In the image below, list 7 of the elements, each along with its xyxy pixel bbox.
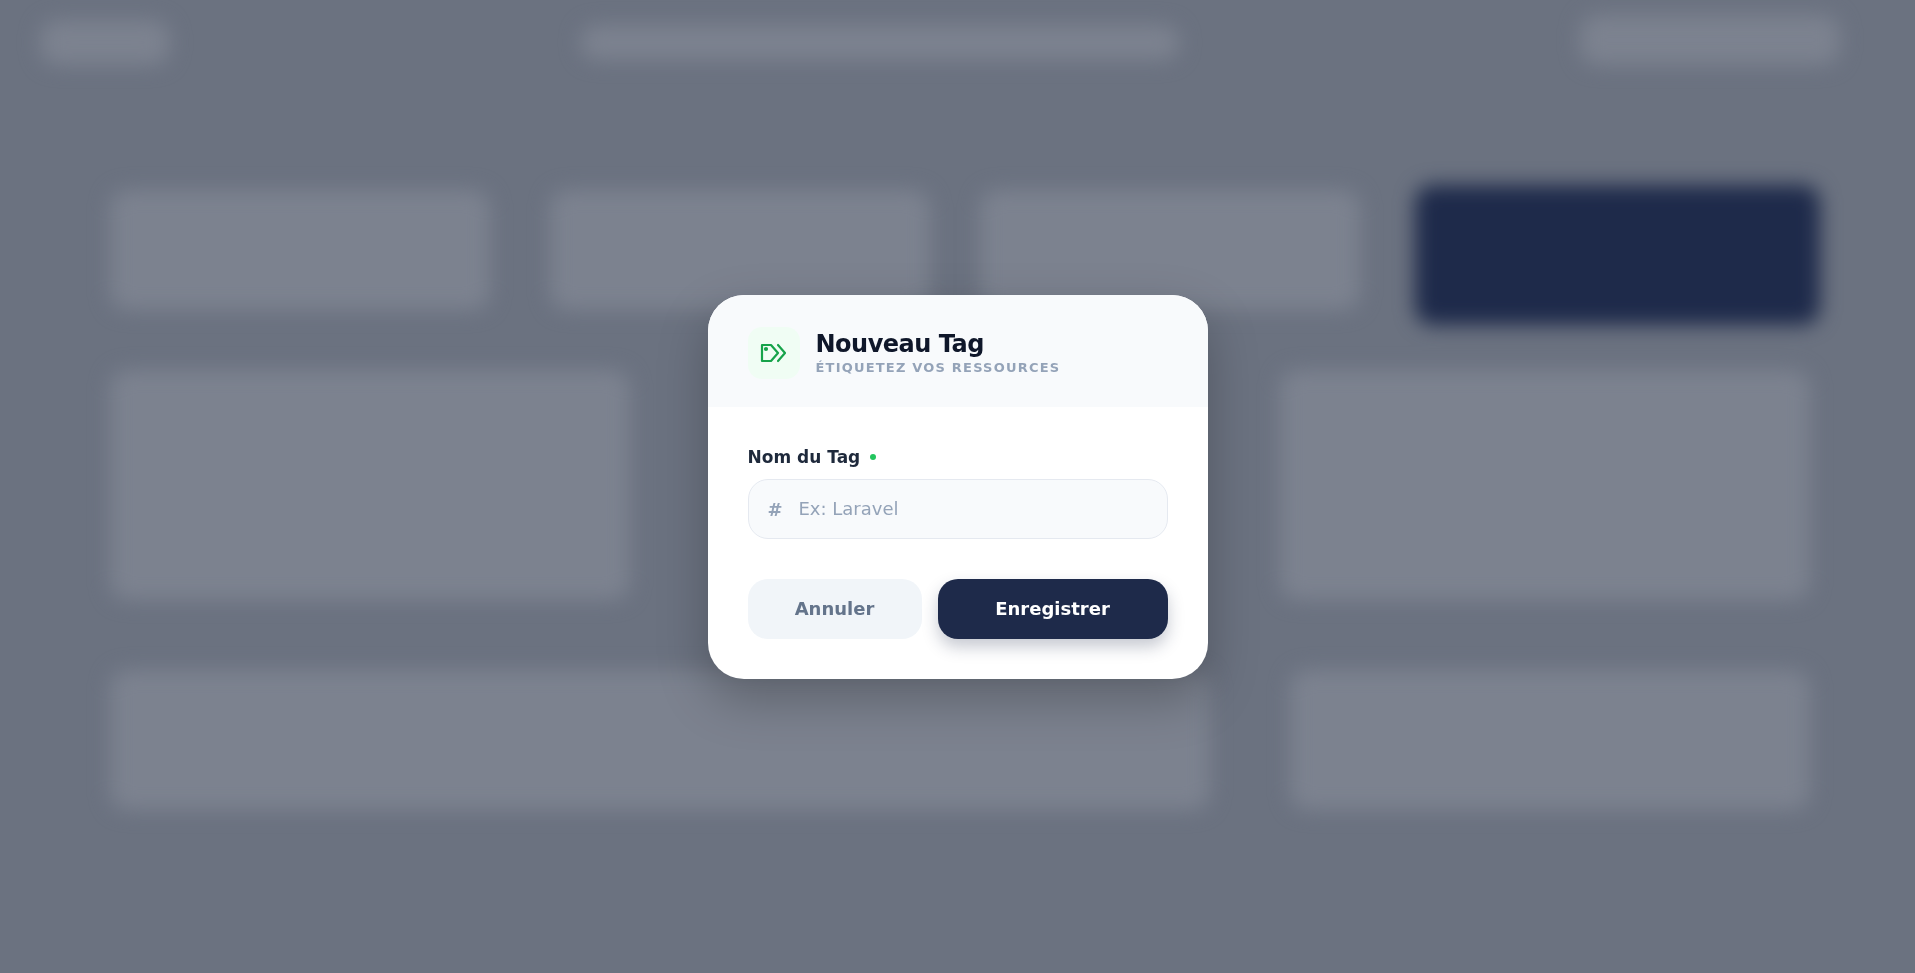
tag-icon bbox=[747, 326, 800, 379]
dialog-title: Nouveau Tag bbox=[815, 330, 985, 358]
cancel-button[interactable]: Annuler bbox=[747, 578, 922, 639]
dialog-subtitle: ÉTIQUETEZ VOS RESSOURCES bbox=[815, 360, 1061, 375]
hash-prefix: # bbox=[767, 498, 783, 519]
save-button[interactable]: Enregistrer bbox=[937, 578, 1168, 639]
field-label: Nom du Tag bbox=[747, 446, 861, 467]
